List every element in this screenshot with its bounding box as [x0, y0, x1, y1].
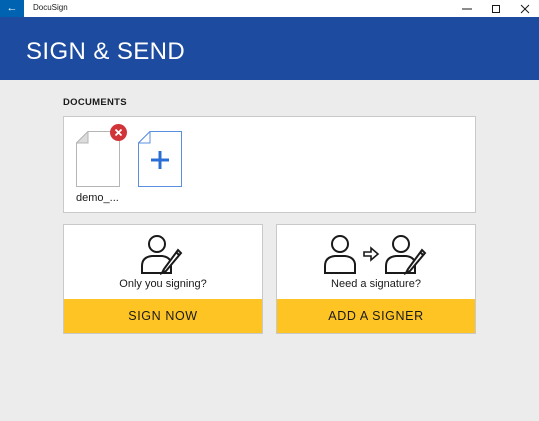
sign-now-card[interactable]: Only you signing? SIGN NOW	[63, 224, 263, 334]
minimize-icon	[461, 8, 472, 9]
sign-now-caption: Only you signing?	[119, 278, 207, 290]
title-bar: ← DocuSign	[0, 0, 539, 17]
close-button[interactable]	[510, 0, 539, 17]
back-button[interactable]: ←	[0, 0, 24, 17]
sign-now-button[interactable]: SIGN NOW	[64, 299, 262, 333]
add-document-button[interactable]	[137, 130, 182, 187]
signer-icon	[141, 235, 183, 275]
add-signer-button[interactable]: ADD A SIGNER	[277, 299, 475, 333]
remove-document-button[interactable]	[110, 124, 127, 141]
documents-panel: demo_...	[63, 116, 476, 213]
add-signer-caption: Need a signature?	[331, 278, 421, 290]
window-controls	[452, 0, 539, 17]
plus-icon	[137, 130, 182, 187]
send-to-signer-icon	[324, 235, 427, 275]
header-banner: SIGN & SEND	[0, 17, 539, 80]
maximize-button[interactable]	[481, 0, 510, 17]
add-signer-card[interactable]: Need a signature? ADD A SIGNER	[276, 224, 476, 334]
minimize-button[interactable]	[452, 0, 481, 17]
maximize-icon	[491, 4, 500, 13]
remove-icon	[114, 128, 123, 137]
close-icon	[520, 4, 529, 13]
documents-heading: DOCUMENTS	[63, 97, 127, 108]
app-title: DocuSign	[33, 3, 68, 12]
page-title: SIGN & SEND	[26, 38, 186, 65]
document-name: demo_...	[76, 192, 119, 204]
